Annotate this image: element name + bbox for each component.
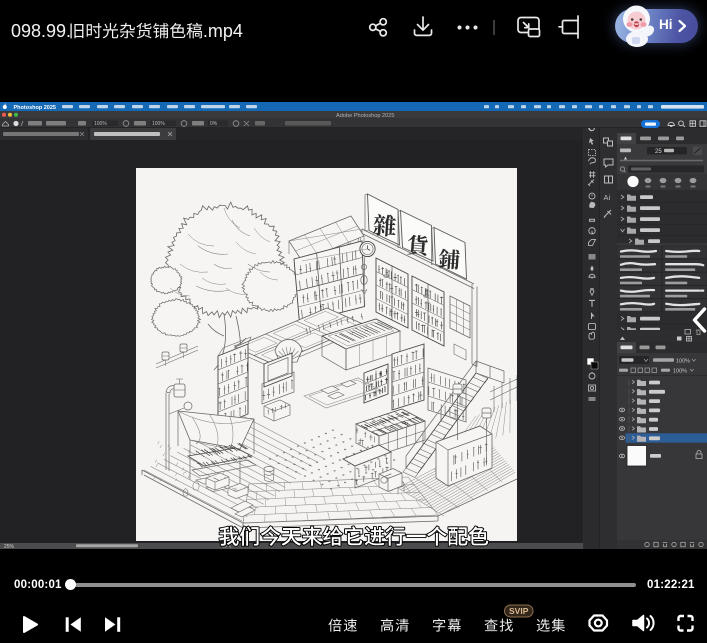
- svg-text:SVIP: SVIP: [509, 606, 529, 616]
- svg-text:.mp4: .mp4: [203, 21, 243, 41]
- svg-text:100%: 100%: [676, 358, 690, 364]
- svg-text:Ai: Ai: [604, 193, 611, 202]
- svg-text:100%: 100%: [152, 121, 165, 127]
- svg-text:100%: 100%: [673, 368, 687, 374]
- svg-text:25%: 25%: [4, 544, 15, 549]
- svg-text:25: 25: [655, 149, 662, 155]
- svg-text:098.99.: 098.99.: [11, 21, 71, 41]
- svg-text:100%: 100%: [94, 121, 107, 127]
- svg-text:0%: 0%: [210, 121, 218, 127]
